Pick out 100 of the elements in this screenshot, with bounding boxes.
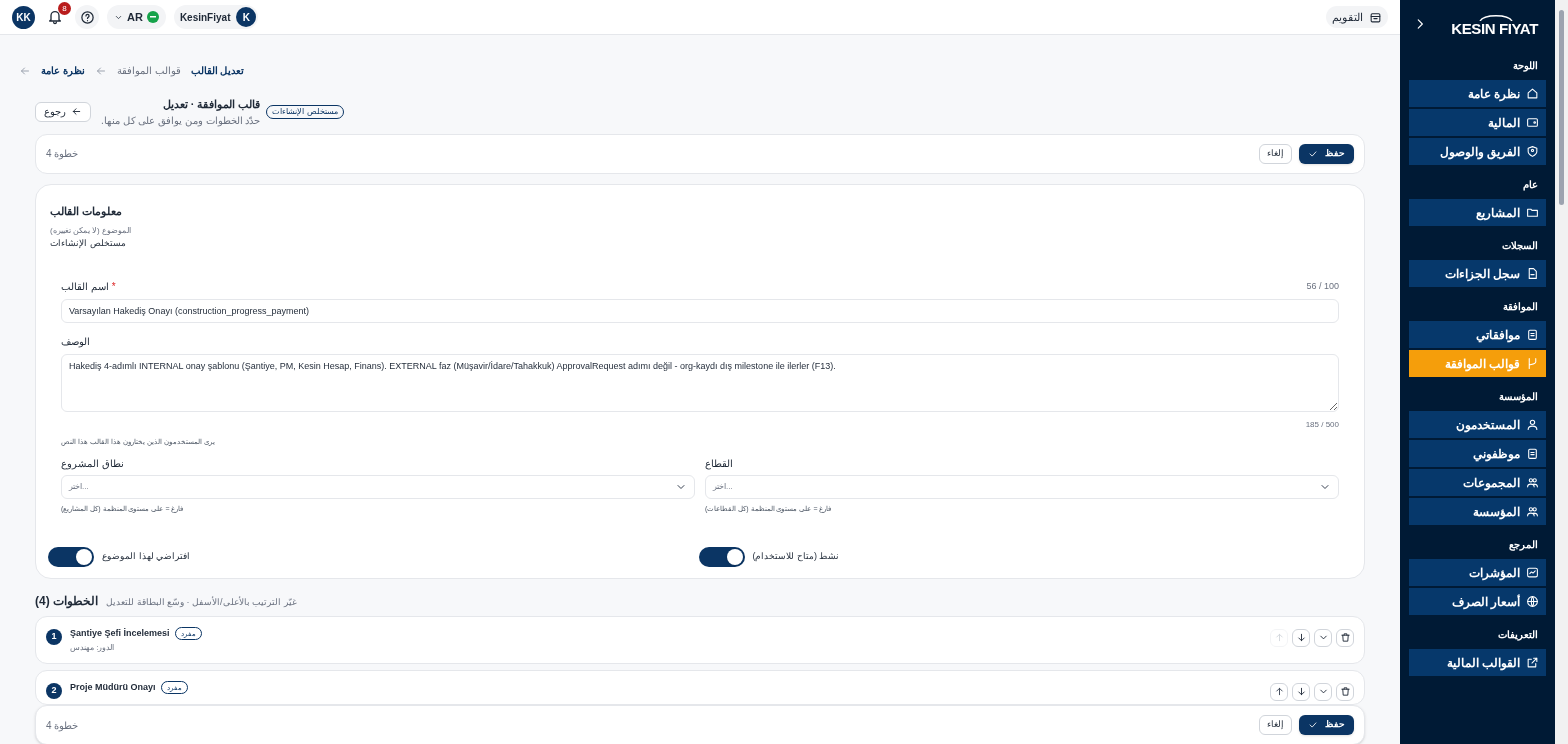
user-avatar[interactable]: KK <box>12 5 35 29</box>
select-field[interactable]: اختر... <box>705 475 1339 499</box>
home-icon <box>1526 87 1539 100</box>
language-selector[interactable]: AR <box>107 5 166 29</box>
step-count: خطوة 4 <box>46 147 79 161</box>
hint-text: غيّر الترتيب بالأعلى/الأسفل · وسّع البطاقة للتعديل <box>106 595 297 609</box>
delete-button[interactable] <box>1336 682 1354 701</box>
organization-avatar: K <box>236 7 257 27</box>
step-number: 2 <box>46 682 62 699</box>
delete-button[interactable] <box>1336 628 1354 647</box>
step-name: Proje Müdürü Onayı <box>70 680 156 694</box>
wallet-icon <box>1526 116 1539 129</box>
arrow-down-icon <box>1295 632 1307 643</box>
cancel-button[interactable]: إلغاء <box>1259 715 1292 735</box>
organization-switcher[interactable]: KesinFiyat K <box>173 5 259 29</box>
sidebar-item[interactable]: نظرة عامة <box>1409 80 1546 107</box>
arch-icon <box>1478 12 1514 21</box>
calendar-icon <box>1369 10 1382 24</box>
save-button[interactable]: حفظ <box>1299 715 1354 735</box>
sidebar-item[interactable]: موافقاتي <box>1409 321 1546 348</box>
globe-icon <box>1526 595 1539 608</box>
sidebar-item[interactable]: المستخدمون <box>1409 411 1546 438</box>
chart-icon <box>1526 566 1539 579</box>
arrow-down-icon <box>1295 686 1307 697</box>
field-label: الموضوع (لا يمكن تغييره) <box>50 225 132 237</box>
users-icon <box>1526 505 1539 518</box>
breadcrumb-link[interactable]: نظرة عامة <box>41 63 85 78</box>
toggle-label: افتراضي لهذا الموضوع <box>102 549 190 564</box>
trash-icon <box>1339 686 1351 697</box>
save-button[interactable]: حفظ <box>1299 143 1354 164</box>
clipboard-icon <box>1526 328 1539 341</box>
sidebar-section-title: اللوحة <box>1513 58 1538 73</box>
cancel-button[interactable]: إلغاء <box>1259 143 1292 164</box>
bell-icon <box>47 9 63 25</box>
document-icon <box>1526 267 1539 280</box>
move-up-button[interactable] <box>1270 682 1288 701</box>
character-counter: 185 / 500 <box>1305 418 1339 431</box>
select-field[interactable]: اختر... <box>61 475 695 499</box>
check-icon <box>1308 148 1318 159</box>
step-role: الدور: مهندس <box>70 642 116 654</box>
sidebar-section-title: المؤسسة <box>1499 389 1538 404</box>
sidebar-section-title: عام <box>1523 177 1538 192</box>
breadcrumb-link[interactable]: قوالب الموافقة <box>116 63 181 78</box>
notification-count: 8 <box>58 2 71 15</box>
sidebar-item[interactable]: المالية <box>1409 109 1546 136</box>
subject-value: مستخلص الإنشاءات <box>50 237 127 251</box>
folder-icon <box>1526 206 1539 219</box>
branch-icon <box>1526 357 1539 370</box>
arrow-left-icon <box>19 64 31 77</box>
users-icon <box>1526 476 1539 489</box>
page-title: قالب الموافقة · تعديل <box>161 97 261 113</box>
sidebar-item[interactable]: المجموعات <box>1409 469 1546 496</box>
help-icon <box>79 9 95 25</box>
template-name-field[interactable]: Varsayılan Hakediş Onayı (construction_progress_payment) <box>61 298 1339 323</box>
shield-icon <box>1526 145 1539 158</box>
step-count: خطوة 4 <box>46 718 79 733</box>
sidebar-item[interactable]: القوالب المالية <box>1409 649 1546 676</box>
toggle-switch[interactable] <box>48 546 94 567</box>
external-link-icon <box>1526 656 1539 669</box>
arrow-up-icon <box>1273 686 1285 697</box>
sidebar-item[interactable]: المؤسسة <box>1409 498 1546 525</box>
logo: KESIN FIYAT <box>1451 20 1538 36</box>
help-button[interactable] <box>75 5 99 29</box>
trash-icon <box>1339 632 1351 643</box>
step-name: Şantiye Şefi İncelemesi <box>70 626 170 640</box>
sidebar-item[interactable]: الفريق والوصول <box>1409 138 1546 165</box>
arrow-up-icon <box>1273 632 1285 643</box>
back-button[interactable]: رجوع <box>35 101 91 122</box>
sidebar-item[interactable]: سجل الجزاءات <box>1409 260 1546 287</box>
field-label: القطاع <box>705 457 734 471</box>
sidebar-item[interactable]: موظفوني <box>1409 440 1546 467</box>
field-label: اسم القالب <box>61 279 109 294</box>
clipboard-icon <box>1526 447 1539 460</box>
sidebar-item[interactable]: المؤشرات <box>1409 559 1546 586</box>
step-number: 1 <box>46 628 62 645</box>
sidebar-item[interactable]: المشاريع <box>1409 199 1546 226</box>
move-down-button[interactable] <box>1292 682 1310 701</box>
sidebar-item[interactable]: أسعار الصرف <box>1409 588 1546 615</box>
section-title: الخطوات (4) <box>35 592 99 610</box>
check-icon <box>1308 720 1318 730</box>
toggle-switch[interactable] <box>698 546 745 567</box>
scrollbar-thumb[interactable] <box>1559 10 1564 205</box>
section-title: معلومات القالب <box>50 203 124 219</box>
arrow-left-icon <box>71 106 82 118</box>
sidebar-section-title: التعريفات <box>1498 627 1538 642</box>
description-field[interactable]: Hakediş 4-adımlı INTERNAL onay şablonu (Şantiye, PM, Kesin Hesap, Finans). EXTERNAL faz (Müşavir/İdare/Tahakkuk) ApprovalRequest adımı değil - org-kaydı dış milestone ile ilerler (F13). <box>61 353 1339 412</box>
required-mark: * <box>111 279 116 294</box>
breadcrumb-link[interactable]: تعديل القالب <box>190 63 245 78</box>
arrow-left-icon <box>94 64 107 77</box>
move-down-button[interactable] <box>1292 628 1310 647</box>
sidebar-section-title: السجلات <box>1502 238 1538 253</box>
sidebar-section-title: الموافقة <box>1503 299 1538 314</box>
field-label: الوصف <box>61 334 91 349</box>
toggle-label: نشط (متاح للاستخدام) <box>752 549 840 564</box>
page-subtitle: حدّد الخطوات ومن يوافق على كل منها. <box>101 113 261 128</box>
calendar-button[interactable]: التقويم <box>1326 6 1388 28</box>
sidebar-section-title: المرجع <box>1509 537 1538 552</box>
flag-icon <box>146 11 159 23</box>
character-counter: 56 / 100 <box>1306 280 1339 293</box>
user-icon <box>1526 418 1539 431</box>
